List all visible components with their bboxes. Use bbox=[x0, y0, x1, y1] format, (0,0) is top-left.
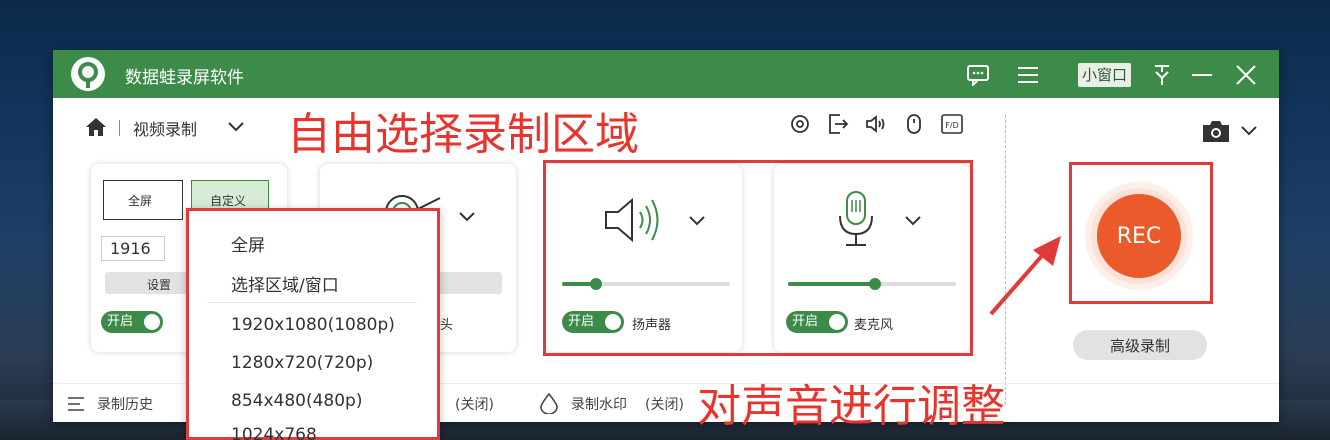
recording-mode-label[interactable]: 视频录制 bbox=[133, 116, 197, 140]
fullscreen-option[interactable]: 全屏 bbox=[103, 180, 183, 220]
app-logo-icon bbox=[71, 57, 105, 91]
camera-chevron-down-icon[interactable] bbox=[1240, 124, 1258, 138]
settings-label: 设置 bbox=[147, 278, 172, 292]
dropdown-separator bbox=[207, 302, 417, 303]
advanced-record-button[interactable]: 高级录制 bbox=[1073, 330, 1207, 360]
export-icon[interactable] bbox=[826, 112, 850, 136]
mini-window-button[interactable]: 小窗口 bbox=[1078, 63, 1132, 87]
area-dropdown-menu: 全屏 选择区域/窗口 1920x1080(1080p) 1280x720(720… bbox=[186, 208, 440, 440]
off-status-1: (关闭) bbox=[455, 397, 494, 413]
pin-icon[interactable] bbox=[1149, 62, 1175, 88]
dropdown-item[interactable]: 1280x720(720p) bbox=[231, 353, 373, 373]
dropdown-item[interactable]: 选择区域/窗口 bbox=[231, 271, 339, 296]
webcam-label: 头 bbox=[440, 318, 454, 333]
close-icon[interactable] bbox=[1233, 62, 1259, 88]
area-toggle-label: 开启 bbox=[107, 314, 134, 329]
fps-icon[interactable]: F/D bbox=[940, 112, 964, 136]
rec-button[interactable]: REC bbox=[1097, 194, 1181, 278]
svg-text:F/D: F/D bbox=[945, 121, 958, 130]
toggle-knob bbox=[144, 314, 160, 330]
dropdown-item[interactable]: 1024x768 bbox=[231, 425, 317, 440]
area-toggle[interactable]: 开启 bbox=[101, 311, 163, 333]
speaker-toolbar-icon[interactable] bbox=[864, 112, 888, 136]
width-input[interactable]: 1916 bbox=[101, 236, 165, 261]
chevron-down-icon[interactable] bbox=[227, 120, 245, 134]
title-bar: 数据蛙录屏软件 小窗口 bbox=[53, 50, 1279, 98]
dropdown-item[interactable]: 854x480(480p) bbox=[231, 391, 362, 411]
history-list-icon[interactable] bbox=[67, 396, 85, 412]
record-history-link[interactable]: 录制历史 bbox=[97, 394, 153, 414]
webcam-settings-bar[interactable] bbox=[430, 272, 502, 294]
settings-gear-icon[interactable] bbox=[788, 112, 812, 136]
annotation-top: 自由选择录制区域 bbox=[287, 109, 639, 160]
off-status-2: (关闭) bbox=[645, 397, 684, 413]
dropdown-item[interactable]: 全屏 bbox=[231, 231, 265, 256]
fullscreen-label: 全屏 bbox=[128, 194, 153, 208]
webcam-chevron-down-icon[interactable] bbox=[458, 210, 476, 224]
feedback-icon[interactable] bbox=[965, 62, 991, 88]
minimize-icon[interactable] bbox=[1189, 62, 1215, 88]
custom-label: 自定义 bbox=[210, 194, 247, 208]
audio-highlight-box bbox=[543, 160, 973, 356]
home-icon[interactable] bbox=[85, 116, 107, 138]
mouse-icon[interactable] bbox=[902, 112, 926, 136]
annotation-bottom: 对声音进行调整 bbox=[697, 381, 1005, 432]
app-title: 数据蛙录屏软件 bbox=[125, 68, 244, 88]
watermark-link[interactable]: 录制水印 bbox=[571, 394, 627, 414]
menu-icon[interactable] bbox=[1015, 62, 1041, 88]
dropdown-item[interactable]: 1920x1080(1080p) bbox=[231, 315, 395, 335]
arrow-annotation bbox=[989, 236, 1061, 316]
mode-separator bbox=[119, 120, 120, 136]
screenshot-camera-icon[interactable] bbox=[1200, 118, 1232, 144]
watermark-droplet-icon[interactable] bbox=[539, 392, 559, 414]
